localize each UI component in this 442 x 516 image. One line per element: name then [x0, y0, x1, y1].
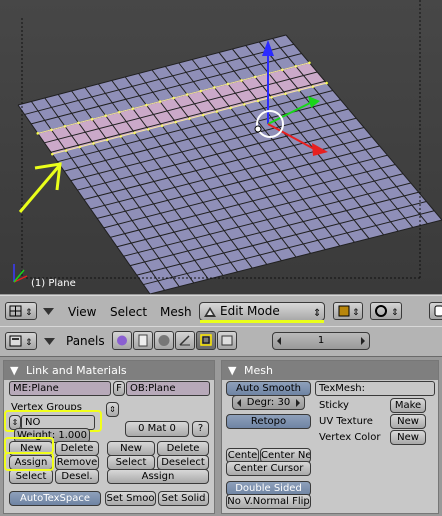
autotexspace-button[interactable]: AutoTexSpace	[9, 491, 101, 506]
fake-user-button[interactable]: F	[113, 381, 125, 396]
vertex-group-remove-button[interactable]: Remove	[55, 455, 99, 470]
material-new-button[interactable]: New	[107, 441, 155, 456]
set-solid-button[interactable]: Set Solid	[158, 491, 209, 506]
increment-arrow-icon[interactable]	[360, 336, 366, 346]
edit-mode-triangle-icon	[204, 307, 216, 317]
collapse-menu-triangle-icon[interactable]	[42, 307, 56, 317]
degree-decrement-icon[interactable]	[236, 398, 242, 408]
3d-viewport[interactable]: (1) Plane	[0, 0, 442, 294]
editing-context-button[interactable]	[196, 331, 216, 350]
vertex-group-select-button[interactable]: Select	[9, 469, 53, 484]
material-deselect-button[interactable]: Deselect	[157, 455, 209, 470]
mesh-collapse-icon[interactable]: ▼	[228, 364, 236, 377]
mode-highlight-underline	[200, 320, 324, 323]
degree-value: Degr: 30	[246, 397, 291, 408]
edit-square-icon	[200, 334, 212, 346]
cube-icon: ⇕	[338, 305, 360, 318]
retopo-button[interactable]: Retopo	[226, 414, 311, 429]
dropdown-arrows-icon: ⇕	[313, 308, 321, 319]
mode-label: Edit Mode	[220, 304, 280, 318]
no-vnormal-flip-button[interactable]: No V.Normal Flip	[226, 494, 311, 509]
panels-label: Panels	[66, 334, 105, 348]
center-cursor-button[interactable]: Center Cursor	[226, 461, 311, 476]
link-materials-title-bar[interactable]: ▼ Link and Materials	[4, 361, 214, 380]
shading-context-button[interactable]	[154, 331, 174, 350]
object-label: (1) Plane	[31, 278, 76, 289]
vertex-color-label: Vertex Color	[319, 432, 381, 443]
highlight-assign-button	[4, 452, 54, 471]
texmesh-field[interactable]: TexMesh:	[315, 381, 435, 396]
mesh-title-bar[interactable]: ▼ Mesh	[222, 361, 438, 380]
pivot-icon: ⇕	[375, 305, 399, 318]
hand-tool-button[interactable]	[429, 302, 442, 320]
editor-type-buttons[interactable]: ⇕	[5, 332, 37, 350]
panel-collapse-icon[interactable]: ▼	[10, 364, 18, 377]
sticky-label: Sticky	[319, 400, 349, 411]
buttons-window-icon: ⇕	[9, 335, 33, 348]
mode-selector[interactable]: Edit Mode	[199, 302, 325, 321]
sticky-make-button[interactable]: Make	[390, 398, 426, 413]
panel-title: Link and Materials	[25, 364, 127, 377]
auto-smooth-button[interactable]: Auto Smooth	[226, 381, 311, 396]
script-icon	[138, 334, 148, 347]
material-delete-button[interactable]: Delete	[157, 441, 209, 456]
material-index-field[interactable]: 0 Mat 0	[125, 421, 189, 437]
material-assign-button[interactable]: Assign	[107, 469, 209, 484]
logic-context-button[interactable]	[112, 331, 132, 350]
frame-value: 1	[317, 335, 325, 346]
vertex-group-delete-button[interactable]: Delete	[55, 441, 99, 456]
view3d-header: ⇕ View Select Mesh Edit Mode ⇕ ⇕ ⇕	[0, 295, 442, 327]
collapse-triangle-icon[interactable]	[43, 337, 57, 347]
editor-type-button[interactable]: ⇕	[5, 302, 37, 320]
menu-mesh[interactable]: Mesh	[160, 305, 192, 319]
pivot-button[interactable]: ⇕	[370, 302, 402, 320]
svg-text:⇕: ⇕	[352, 308, 360, 318]
svg-text:⇕: ⇕	[25, 338, 33, 348]
buttons-header: ⇕ Panels 1	[0, 326, 442, 357]
uv-texture-label: UV Texture	[319, 416, 373, 427]
mesh-name-field[interactable]: ME:Plane	[9, 381, 111, 396]
object-axis-icon	[179, 335, 190, 346]
menu-select[interactable]: Select	[110, 305, 147, 319]
vertex-group-menu-button[interactable]: ⇕	[106, 402, 119, 417]
grid-icon: ⇕	[9, 305, 33, 318]
frame-number-field[interactable]: 1	[272, 332, 370, 350]
hand-icon	[434, 305, 442, 317]
uv-texture-new-button[interactable]: New	[390, 414, 426, 429]
material-help-button[interactable]: ?	[192, 421, 209, 437]
vertex-group-deselect-button[interactable]: Desel.	[55, 469, 99, 484]
svg-text:⇕: ⇕	[25, 308, 33, 318]
svg-text:⇕: ⇕	[313, 308, 321, 319]
pacman-icon	[117, 335, 127, 346]
svg-text:⇕: ⇕	[391, 308, 399, 318]
object-context-button[interactable]	[175, 331, 195, 350]
scene-context-button[interactable]	[217, 331, 237, 350]
material-select-button[interactable]: Select	[107, 455, 155, 470]
viewport-canvas[interactable]	[0, 0, 442, 294]
set-smooth-button[interactable]: Set Smoo	[105, 491, 156, 506]
mesh-panel-title: Mesh	[243, 364, 273, 377]
degree-increment-icon[interactable]	[295, 398, 301, 408]
script-context-button[interactable]	[133, 331, 153, 350]
decrement-arrow-icon[interactable]	[276, 336, 282, 346]
draw-type-button[interactable]: ⇕	[333, 302, 363, 320]
menu-view[interactable]: View	[68, 305, 96, 319]
sphere-icon	[158, 335, 170, 346]
image-icon	[221, 335, 233, 346]
object-name-field[interactable]: OB:Plane	[126, 381, 210, 396]
context-buttons	[112, 331, 237, 350]
degree-field[interactable]: Degr: 30	[232, 395, 305, 410]
vertex-color-new-button[interactable]: New	[390, 430, 426, 445]
